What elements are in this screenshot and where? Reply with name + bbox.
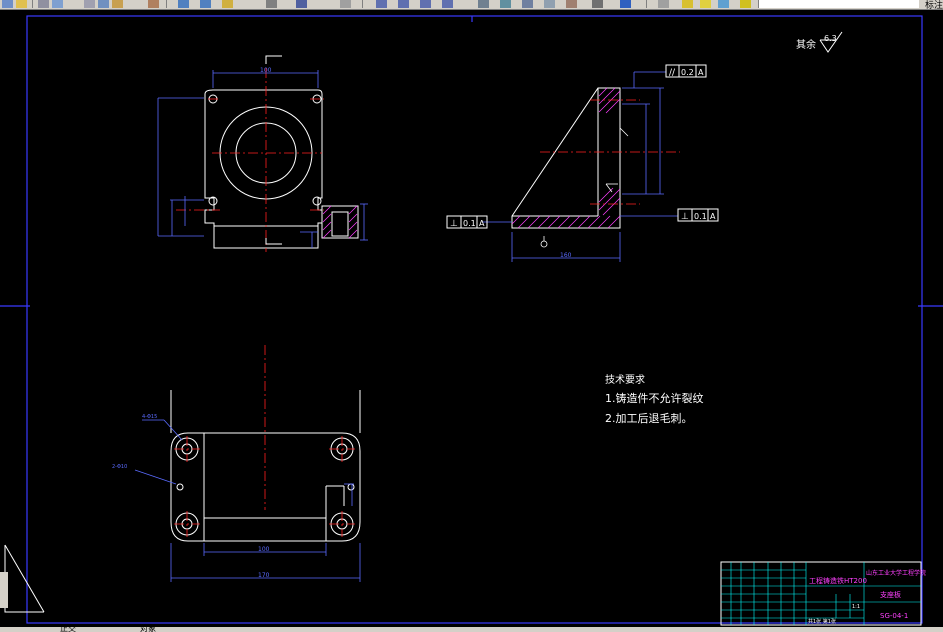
top-overall-dimension: 170 <box>258 572 270 579</box>
open-icon[interactable] <box>16 0 27 8</box>
tolerance-symbol: ⊥ <box>450 219 458 229</box>
top-inner-dimension: 100 <box>258 546 270 553</box>
side-base-dimension: 160 <box>560 252 572 259</box>
layer-dropdown-icon[interactable] <box>758 0 919 8</box>
status-item-osnap[interactable]: 对象 <box>140 627 156 632</box>
tolerance-symbol: ⊥ <box>681 212 689 222</box>
toolbar-separator <box>362 0 363 8</box>
tolerance-frame-perp-right: ⊥ 0.1 A <box>677 208 719 222</box>
sheet-set-icon[interactable] <box>544 0 555 8</box>
markup-icon[interactable] <box>566 0 577 8</box>
snap-icon[interactable] <box>266 0 277 8</box>
front-view: 100 <box>157 55 368 252</box>
help-icon[interactable] <box>620 0 631 8</box>
paste-icon[interactable] <box>112 0 123 8</box>
layer-color-icon[interactable] <box>740 0 751 8</box>
layer-on-icon[interactable] <box>700 0 711 8</box>
tolerance-datum: A <box>479 219 485 228</box>
copy-icon[interactable] <box>98 0 109 8</box>
tolerance-value: 0.2 <box>681 68 694 77</box>
roughness-note: 其余 <box>796 38 816 51</box>
hole-callout: 4-Φ15 <box>142 414 157 420</box>
preview-icon[interactable] <box>52 0 63 8</box>
properties-icon[interactable] <box>478 0 489 8</box>
tech-req-item: 2.加工后退毛刺。 <box>605 412 693 425</box>
tolerance-frame-perp-left: ⊥ 0.1 A <box>446 215 488 229</box>
drawing-frame <box>0 15 943 624</box>
new-icon[interactable] <box>2 0 13 8</box>
inquiry-icon[interactable] <box>340 0 351 8</box>
match-properties-icon[interactable] <box>148 0 159 8</box>
hyperlink-icon[interactable] <box>222 0 233 8</box>
title-school: 山东工业大学工程学院 <box>866 569 926 577</box>
calculator-icon[interactable] <box>592 0 603 8</box>
title-scale: 1:1 <box>852 604 860 610</box>
tech-req-item: 1.铸造件不允许裂纹 <box>605 391 704 405</box>
toolbar-separator <box>32 0 33 8</box>
top-view: 100 170 4-Φ15 2-Φ10 <box>112 345 361 582</box>
toolbar-separator <box>646 0 647 8</box>
title-block: 工程铸造铁HT200 山东工业大学工程学院 支座板 SG-04-1 1:1 共1… <box>720 561 926 626</box>
layer-state-icon[interactable] <box>682 0 693 8</box>
cut-icon[interactable] <box>84 0 95 8</box>
title-material: 工程铸造铁HT200 <box>809 576 867 585</box>
tolerance-datum: A <box>698 68 704 77</box>
drawing-canvas[interactable]: 其余 6.3 100 160 // 0.2 A ⊥ 0.1 A ⊥ 0.1 A … <box>0 9 943 627</box>
tolerance-frame-parallel: // 0.2 A <box>665 64 707 78</box>
layer-manager-icon[interactable] <box>658 0 669 8</box>
status-item-ortho[interactable]: 正交 <box>60 627 76 632</box>
title-drawing-no: SG-04-1 <box>880 612 908 620</box>
tech-req-title: 技术要求 <box>605 373 645 386</box>
tolerance-value: 0.1 <box>463 219 476 228</box>
tolerance-value: 0.1 <box>694 212 707 221</box>
front-width-dimension: 100 <box>260 67 272 74</box>
print-icon[interactable] <box>38 0 49 8</box>
zoom-window-icon[interactable] <box>420 0 431 8</box>
tool-palettes-icon[interactable] <box>522 0 533 8</box>
hole-callout: 2-Φ10 <box>112 464 127 470</box>
ucs-axis-icon <box>0 544 45 613</box>
roughness-value: 6.3 <box>824 34 837 43</box>
zoom-realtime-icon[interactable] <box>398 0 409 8</box>
pan-icon[interactable] <box>376 0 387 8</box>
tolerance-symbol: // <box>669 68 676 78</box>
redo-icon[interactable] <box>200 0 211 8</box>
title-part-name: 支座板 <box>880 590 901 599</box>
tolerance-datum: A <box>710 212 716 221</box>
toolbar-separator <box>166 0 167 8</box>
side-view: 160 // 0.2 A ⊥ 0.1 A ⊥ 0.1 A <box>446 64 719 262</box>
ucs-icon[interactable] <box>296 0 307 8</box>
side-view-hatch <box>511 87 621 229</box>
zoom-previous-icon[interactable] <box>442 0 453 8</box>
design-center-icon[interactable] <box>500 0 511 8</box>
title-sheet: 共1张 第1张 <box>808 618 836 625</box>
status-bar: 正交 对象 <box>0 627 943 632</box>
layer-freeze-icon[interactable] <box>718 0 729 8</box>
undo-icon[interactable] <box>178 0 189 8</box>
technical-requirements: 技术要求 1.铸造件不允许裂纹 2.加工后退毛刺。 <box>605 373 704 425</box>
